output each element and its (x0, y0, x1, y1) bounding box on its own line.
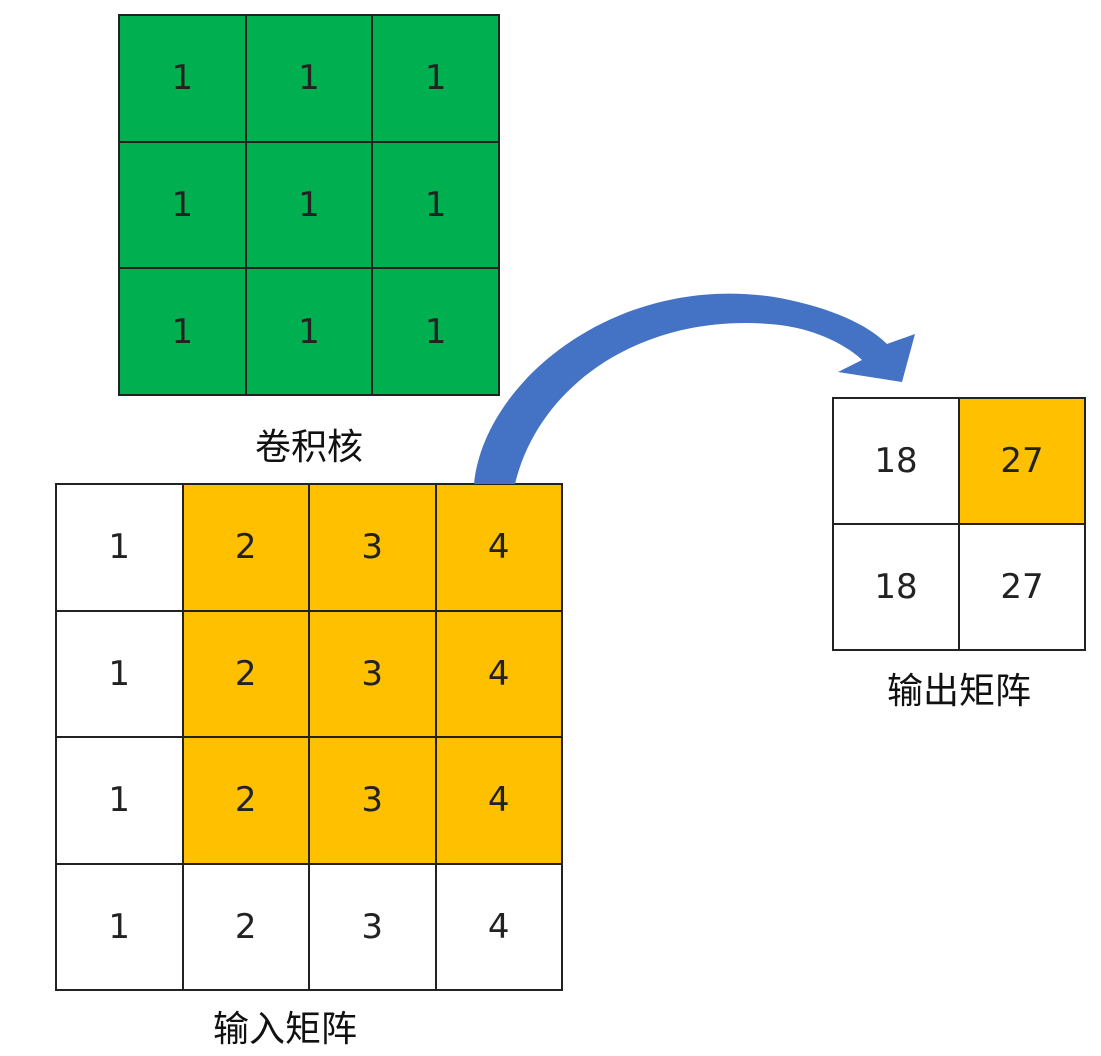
curved-arrow-icon (474, 293, 915, 484)
curved-arrow-icon (474, 293, 915, 484)
